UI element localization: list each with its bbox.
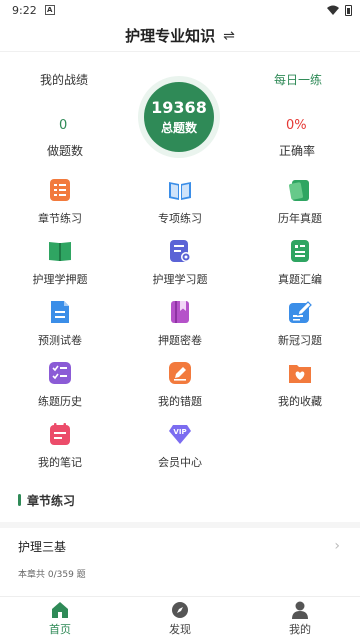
daily-practice-link[interactable]: 每日一练 (274, 71, 322, 88)
menu-favorites[interactable]: 我的收藏 (240, 361, 360, 409)
nav-label: 我的 (289, 622, 311, 636)
accuracy-value: 0% (286, 118, 307, 133)
done-label: 做题数 (47, 144, 84, 158)
chevron-right-icon: › (334, 538, 340, 554)
compass-icon (172, 601, 188, 618)
calendar-note-icon (48, 422, 72, 446)
page-title[interactable]: 护理专业知识 (125, 25, 215, 46)
menu-nursing-exercise[interactable]: 护理学习题 (120, 239, 240, 287)
menu-chapter-practice[interactable]: 章节练习 (0, 178, 120, 226)
battery-icon (345, 4, 352, 16)
title-bar: 护理专业知识 ⇌ (0, 20, 360, 52)
menu-label: 预测试卷 (38, 334, 82, 347)
menu-label: 押题密卷 (158, 334, 202, 347)
nav-label: 发现 (169, 622, 191, 636)
wifi-icon (327, 5, 339, 15)
menu-special-practice[interactable]: 专项练习 (120, 178, 240, 226)
my-record-label: 我的战绩 (40, 73, 89, 87)
switch-subject-icon[interactable]: ⇌ (223, 28, 235, 44)
menu-secret-paper[interactable]: 押题密卷 (120, 300, 240, 348)
section-accent-bar (18, 494, 21, 506)
svg-text:VIP: VIP (173, 428, 186, 436)
menu-practice-history[interactable]: 练题历史 (0, 361, 120, 409)
vip-diamond-icon: VIP (168, 422, 192, 446)
menu-predict-paper[interactable]: 预测试卷 (0, 300, 120, 348)
notification-icon: A (44, 5, 55, 15)
menu-label: 专项练习 (158, 212, 202, 225)
menu-label: 护理学押题 (32, 273, 88, 286)
menu-nursing-predict[interactable]: 护理学押题 (0, 239, 120, 287)
document-icon (48, 300, 72, 324)
menu-label: 真题汇编 (278, 273, 322, 286)
menu-label: 新冠习题 (278, 334, 322, 347)
bottom-nav: 首页 发现 我的 (0, 596, 360, 640)
nav-label: 首页 (49, 622, 71, 636)
menu-vip-center[interactable]: VIP 会员中心 (120, 422, 240, 470)
menu-label: 护理学习题 (152, 273, 208, 286)
home-icon (52, 601, 68, 618)
heart-folder-icon (288, 361, 312, 385)
chapter-list-icon (48, 178, 72, 202)
menu-label: 会员中心 (158, 456, 202, 469)
section-title: 章节练习 (27, 493, 76, 508)
status-bar: 9:22 A (0, 0, 360, 20)
menu-label: 我的收藏 (278, 395, 322, 408)
total-count: 19368 (151, 97, 207, 117)
pencil-icon (168, 361, 192, 385)
menu-my-notes[interactable]: 我的笔记 (0, 422, 120, 470)
stats-panel: 我的战绩 每日一练 19368 总题数 0 0% 做题数 正确率 (0, 52, 360, 172)
menu-label: 练题历史 (38, 395, 82, 408)
feature-grid: 章节练习 专项练习 历年真题 护理学押题 护理学习题 真题汇编 预测试卷 押题密… (0, 172, 360, 470)
bookmark-book-icon (168, 300, 192, 324)
nav-home[interactable]: 首页 (0, 597, 120, 640)
total-label: 总题数 (160, 120, 197, 135)
menu-label: 章节练习 (38, 212, 82, 225)
menu-exam-compilation[interactable]: 真题汇编 (240, 239, 360, 287)
nav-mine[interactable]: 我的 (240, 597, 360, 640)
accuracy-label: 正确率 (279, 144, 316, 158)
menu-label: 我的错题 (158, 395, 202, 408)
menu-wrong-questions[interactable]: 我的错题 (120, 361, 240, 409)
chapter-name: 护理三基 (18, 540, 67, 554)
exercise-icon (168, 239, 192, 263)
status-time: 9:22 (12, 3, 37, 17)
menu-past-exams[interactable]: 历年真题 (240, 178, 360, 226)
menu-label: 我的笔记 (38, 456, 82, 469)
menu-label: 历年真题 (278, 212, 322, 225)
person-icon (292, 601, 308, 619)
edit-note-icon (288, 300, 312, 324)
total-questions-badge: 19368 总题数 (138, 76, 220, 158)
notebook-icon (288, 178, 312, 202)
compilation-icon (288, 239, 312, 263)
menu-covid-exercise[interactable]: 新冠习题 (240, 300, 360, 348)
section-header: 章节练习 (0, 492, 360, 508)
open-book-icon (168, 178, 192, 202)
green-book-icon (48, 239, 72, 263)
checklist-icon (48, 361, 72, 385)
chapter-item[interactable]: 护理三基 本章共 0/359 题 › (0, 528, 360, 588)
done-count: 0 (59, 118, 68, 133)
chapter-count: 本章共 0/359 题 (18, 570, 86, 580)
nav-discover[interactable]: 发现 (120, 597, 240, 640)
